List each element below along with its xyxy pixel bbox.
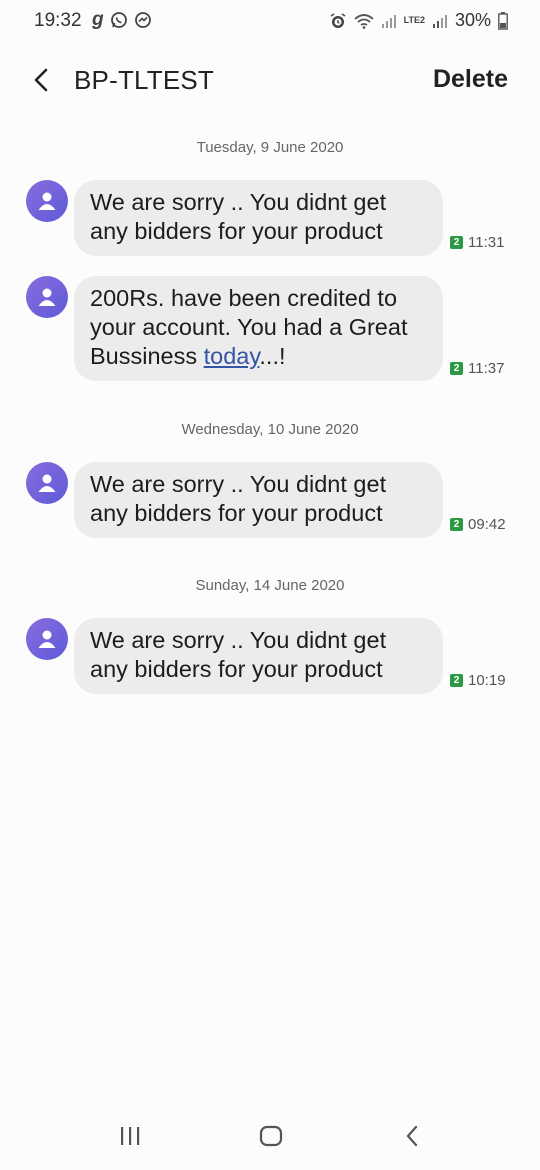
message-bubble[interactable]: We are sorry .. You didnt get any bidder… [74, 462, 443, 538]
message-time: 10:19 [468, 672, 506, 689]
sim-2-badge: 2 [450, 518, 463, 531]
date-separator: Sunday, 14 June 2020 [195, 577, 345, 594]
message-time: 11:31 [468, 234, 505, 251]
avatar[interactable] [26, 618, 68, 660]
message-link[interactable]: today [204, 343, 260, 369]
message-meta: 2 09:42 [450, 516, 506, 533]
date-separator: Tuesday, 9 June 2020 [196, 139, 344, 156]
system-icons: LTE2 30% [329, 10, 508, 31]
messenger-icon [134, 12, 151, 28]
message-time: 09:42 [468, 516, 506, 533]
message-meta: 2 10:19 [450, 672, 506, 689]
navigation-bar [0, 1110, 540, 1170]
message-text-end: ...! [259, 343, 286, 369]
battery-icon [498, 11, 508, 30]
recent-apps-button[interactable] [118, 1124, 142, 1153]
whatsapp-icon [110, 12, 127, 28]
message-bubble[interactable]: We are sorry .. You didnt get any bidder… [74, 618, 443, 694]
status-bar: 19:32 g LTE2 30% [0, 0, 540, 42]
sim-2-badge: 2 [450, 674, 463, 687]
message-text: We are sorry .. You didnt get any bidder… [90, 189, 387, 244]
person-icon [38, 474, 56, 492]
avatar[interactable] [26, 180, 68, 222]
sim-2-badge: 2 [450, 236, 463, 249]
signal-icon [381, 14, 396, 28]
nav-back-button[interactable] [400, 1124, 424, 1153]
recent-apps-icon [121, 1127, 140, 1145]
sim-2-badge: 2 [450, 362, 463, 375]
person-icon [38, 192, 56, 210]
notification-icons: g [92, 9, 152, 31]
message-text: We are sorry .. You didnt get any bidder… [90, 627, 387, 682]
wifi-icon [354, 13, 374, 29]
message-text: We are sorry .. You didnt get any bidder… [90, 471, 387, 526]
signal-icon-2 [432, 14, 447, 28]
person-icon [38, 630, 56, 648]
message-meta: 2 11:31 [450, 234, 504, 251]
alarm-icon [330, 12, 346, 28]
conversation-title: BP-TLTEST [74, 65, 215, 95]
arrow-left-icon [34, 68, 48, 92]
status-time: 19:32 [34, 10, 82, 31]
message-bubble[interactable]: 200Rs. have been credited to your accoun… [74, 276, 443, 381]
message-bubble[interactable]: We are sorry .. You didnt get any bidder… [74, 180, 443, 256]
conversation-header: BP-TLTEST Delete [0, 58, 540, 102]
message-time: 11:37 [468, 360, 505, 377]
person-icon [38, 288, 56, 306]
avatar[interactable] [26, 276, 68, 318]
avatar[interactable] [26, 462, 68, 504]
lte-label: LTE2 [403, 15, 425, 25]
delete-button[interactable]: Delete [433, 65, 508, 94]
battery-percentage: 30% [454, 10, 491, 30]
g-app-icon: g [92, 9, 104, 30]
date-separator: Wednesday, 10 June 2020 [181, 421, 359, 438]
back-icon [406, 1125, 418, 1147]
back-button[interactable] [28, 64, 58, 96]
home-button[interactable] [258, 1124, 284, 1153]
message-meta: 2 11:37 [450, 360, 504, 377]
home-icon [259, 1125, 283, 1147]
